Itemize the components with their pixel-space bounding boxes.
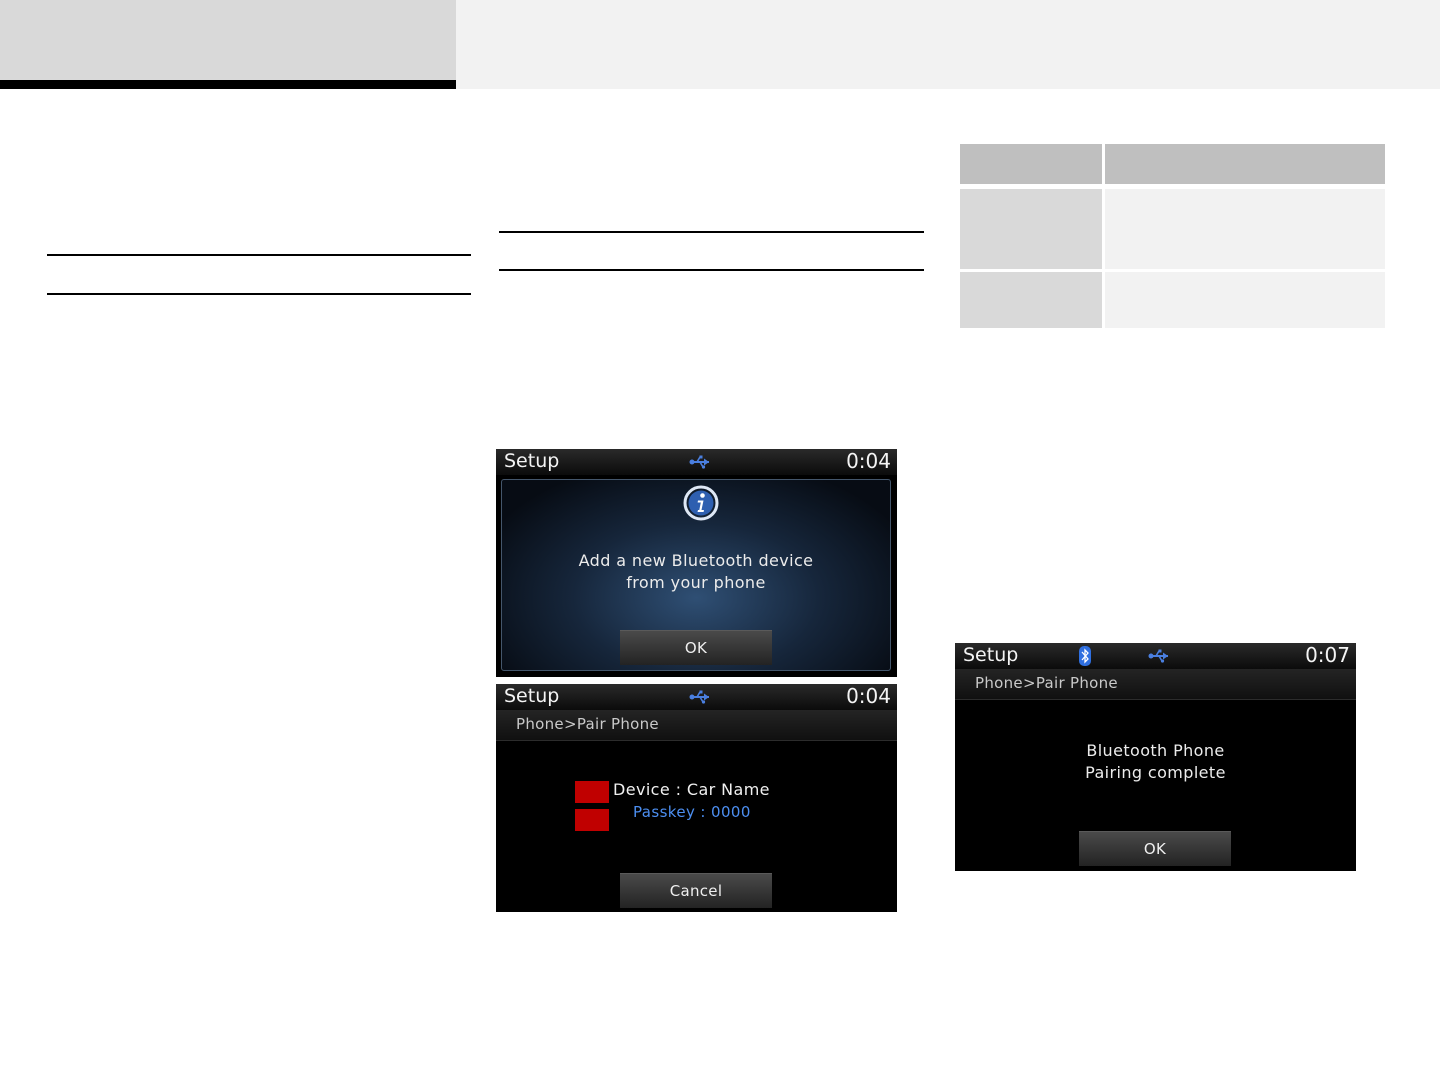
header-rule — [0, 80, 456, 89]
bluetooth-icon — [1079, 646, 1091, 666]
status-bar: Setup 0:04 — [496, 684, 897, 710]
middle-column-top-rule — [499, 231, 924, 233]
table-row-value-cell — [1105, 272, 1385, 328]
popup-message: Add a new Bluetooth device from your pho… — [502, 550, 890, 594]
left-column-top-rule — [47, 254, 471, 256]
middle-column-bottom-rule — [499, 269, 924, 271]
breadcrumb-text: Phone>Pair Phone — [975, 674, 1118, 692]
table-header-cell — [960, 144, 1102, 184]
breadcrumb-text: Phone>Pair Phone — [516, 715, 659, 733]
usb-icon — [1148, 649, 1168, 663]
status-bar: Setup 0:04 — [496, 449, 897, 475]
table-row-label-cell — [960, 189, 1102, 269]
ok-button[interactable]: OK — [1079, 831, 1231, 866]
pair-phone-screen: Setup 0:04 Phone>Pair Phone Device : Car… — [496, 684, 897, 912]
info-popup: Add a new Bluetooth device from your pho… — [501, 479, 891, 671]
popup-message-line1: Add a new Bluetooth device — [578, 551, 814, 570]
clock: 0:04 — [846, 449, 891, 473]
screen-title: Setup — [504, 685, 560, 707]
header-right-panel — [456, 0, 1440, 89]
cancel-button[interactable]: Cancel — [620, 873, 772, 908]
usb-icon — [689, 455, 709, 469]
header-left-panel — [0, 0, 456, 80]
ok-button[interactable]: OK — [620, 630, 772, 665]
clock: 0:04 — [846, 684, 891, 708]
pairing-complete-screen: Setup 0:07 Phone>Pair Phone Bluetooth Ph… — [955, 643, 1356, 871]
table-header-cell — [1105, 144, 1385, 184]
completion-message-line2: Pairing complete — [1085, 763, 1226, 782]
screen-title: Setup — [963, 644, 1019, 666]
screen-title: Setup — [504, 450, 560, 472]
completion-message: Bluetooth Phone Pairing complete — [955, 740, 1356, 784]
table-row-label-cell — [960, 272, 1102, 328]
clock: 0:07 — [1305, 643, 1350, 667]
left-column-bottom-rule — [47, 293, 471, 295]
status-bar: Setup 0:07 — [955, 643, 1356, 669]
passkey-label: Passkey : 0000 — [633, 803, 751, 821]
breadcrumb: Phone>Pair Phone — [496, 710, 897, 741]
completion-message-line1: Bluetooth Phone — [1086, 741, 1225, 760]
breadcrumb: Phone>Pair Phone — [955, 669, 1356, 700]
table-row-value-cell — [1105, 189, 1385, 269]
redaction-box — [575, 809, 609, 831]
redaction-box — [575, 781, 609, 803]
popup-message-line2: from your phone — [626, 573, 766, 592]
info-icon — [683, 485, 719, 521]
usb-icon — [689, 690, 709, 704]
device-name-label: Device : Car Name — [613, 780, 770, 799]
add-device-screen: Setup 0:04 Add a new Bluetooth device fr… — [496, 449, 897, 677]
